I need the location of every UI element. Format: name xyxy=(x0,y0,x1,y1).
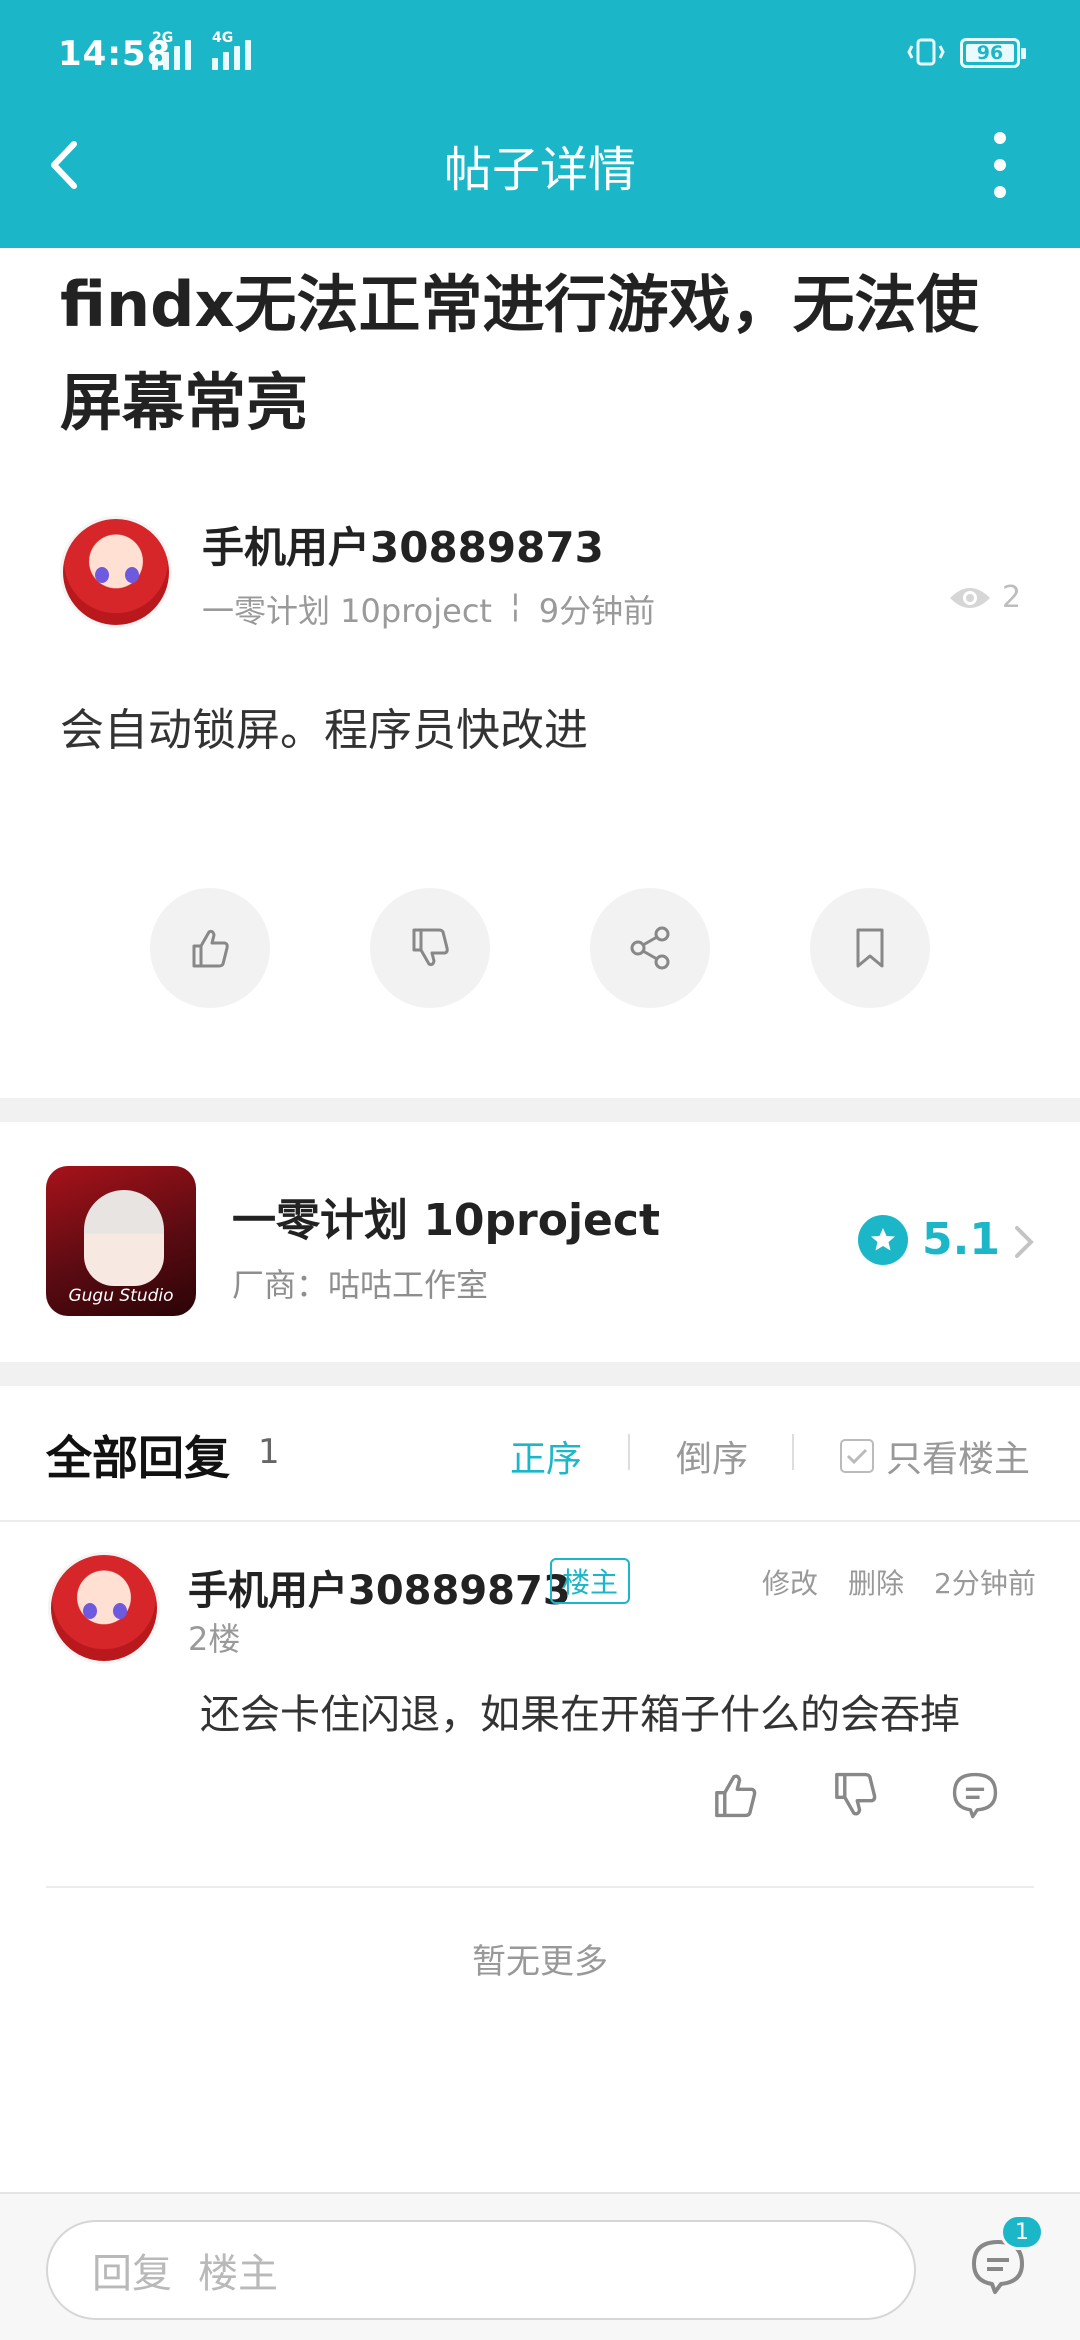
reply-operations: 修改 删除 2分钟前 xyxy=(762,1562,1036,1602)
post-author-name[interactable]: 手机用户30889873 xyxy=(202,514,604,575)
meta-separator: ¦ xyxy=(509,586,521,624)
dislike-button[interactable] xyxy=(370,888,490,1008)
like-button[interactable] xyxy=(150,888,270,1008)
comment-icon[interactable] xyxy=(950,1770,1000,1820)
reply-time: 2分钟前 xyxy=(934,1567,1036,1600)
reply-body: 还会卡住闪退，如果在开箱子什么的会吞掉 xyxy=(200,1692,960,1738)
only-owner-label: 只看楼主 xyxy=(886,1439,1031,1480)
thumb-down-icon xyxy=(412,928,449,967)
replies-count: 1 xyxy=(258,1432,280,1472)
avatar[interactable] xyxy=(60,516,172,628)
thumb-up-icon xyxy=(192,929,229,968)
sim2-network-tag: 4G xyxy=(212,30,234,46)
share-button[interactable] xyxy=(590,888,710,1008)
game-icon[interactable]: Gugu Studio xyxy=(46,1166,196,1316)
divider xyxy=(0,1520,1080,1522)
star-icon xyxy=(858,1214,908,1265)
comment-count-badge: 1 xyxy=(1000,2214,1044,2250)
bookmark-button[interactable] xyxy=(810,888,930,1008)
no-more-text: 暂无更多 xyxy=(472,1942,608,1982)
rating-value: 5.1 xyxy=(922,1214,1000,1265)
battery-level: 96 xyxy=(976,42,1004,64)
game-rating[interactable]: 5.1 xyxy=(858,1214,1000,1265)
bookmark-icon xyxy=(856,928,884,968)
divider xyxy=(46,1886,1034,1888)
app-header: 14:58 2G 4G 96 帖子详情 xyxy=(0,0,1080,248)
edit-button[interactable]: 修改 xyxy=(762,1562,818,1602)
sort-descending-button[interactable]: 倒序 xyxy=(676,1430,748,1482)
avatar[interactable] xyxy=(48,1552,160,1664)
divider xyxy=(628,1434,630,1470)
battery-icon: 96 xyxy=(960,38,1026,68)
divider xyxy=(792,1434,794,1470)
game-name[interactable]: 一零计划 10project xyxy=(232,1184,660,1248)
post-game-tag[interactable]: 一零计划 10project xyxy=(202,586,492,632)
section-divider xyxy=(0,1098,1080,1122)
thumb-up-icon[interactable] xyxy=(710,1770,760,1820)
checkbox-icon[interactable] xyxy=(840,1439,874,1473)
sim1-network-tag: 2G xyxy=(152,30,174,46)
vibrate-icon xyxy=(907,38,945,66)
post-time: 9分钟前 xyxy=(538,592,656,630)
section-divider xyxy=(0,1362,1080,1386)
eye-icon xyxy=(950,587,990,608)
share-icon xyxy=(630,926,670,970)
page-title: 帖子详情 xyxy=(443,142,636,198)
reply-input[interactable]: 回复 楼主 xyxy=(46,2220,916,2320)
post-meta: 一零计划 10project ¦ 9分钟前 xyxy=(202,586,655,632)
chevron-right-icon[interactable] xyxy=(1012,1222,1036,1262)
bottom-reply-bar: 回复 楼主 1 xyxy=(0,2192,1080,2340)
post-title: findx无法正常进行游戏，无法使屏幕常亮 xyxy=(60,268,979,439)
only-owner-toggle[interactable]: 只看楼主 xyxy=(840,1430,1030,1482)
reply-author-name[interactable]: 手机用户30889873 xyxy=(188,1558,571,1616)
thumb-down-icon[interactable] xyxy=(830,1770,880,1820)
sort-ascending-button[interactable]: 正序 xyxy=(510,1430,582,1482)
delete-button[interactable]: 删除 xyxy=(848,1562,904,1602)
post-actions xyxy=(150,888,930,1008)
owner-badge: 楼主 xyxy=(550,1558,631,1604)
replies-title: 全部回复 xyxy=(46,1431,230,1485)
reply-floor: 2楼 xyxy=(188,1620,241,1658)
game-vendor: 厂商：咕咕工作室 xyxy=(232,1266,489,1304)
reply-input-label: 回复 xyxy=(92,2251,172,2297)
game-icon-caption: Gugu Studio xyxy=(68,1286,174,1306)
signal-icon: 2G xyxy=(152,30,191,70)
signal-icon: 4G xyxy=(212,30,251,70)
post-body: 会自动锁屏。程序员快改进 xyxy=(60,705,588,756)
more-vertical-icon[interactable] xyxy=(984,132,1016,198)
view-count: 2 xyxy=(948,580,1021,615)
reply-input-target: 楼主 xyxy=(198,2251,278,2297)
view-count-value: 2 xyxy=(1002,580,1022,615)
